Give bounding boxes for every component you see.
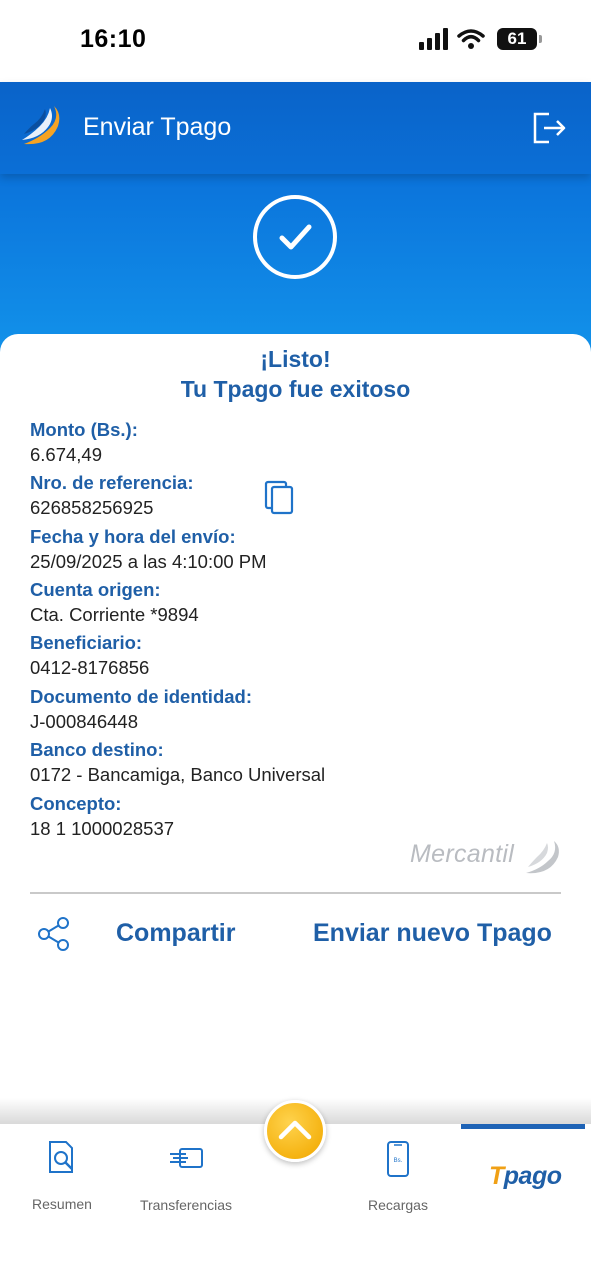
- phone-recharge-icon: Bs.: [387, 1141, 409, 1177]
- chevron-up-icon: [278, 1120, 312, 1140]
- concept-label: Concepto:: [30, 793, 122, 814]
- reference-label: Nro. de referencia:: [30, 472, 194, 493]
- new-tpago-button[interactable]: Enviar nuevo Tpago: [313, 919, 552, 948]
- status-time: 16:10: [80, 25, 147, 53]
- origin-account-value: Cta. Corriente *9894: [30, 604, 199, 625]
- signal-icon: [419, 28, 448, 50]
- nav-item-resumen[interactable]: Resumen: [0, 1124, 124, 1244]
- tpago-logo-rest: pago: [503, 1162, 562, 1190]
- nav-label-transferencias: Transferencias: [139, 1197, 233, 1213]
- datetime-label: Fecha y hora del envío:: [30, 526, 236, 547]
- battery-level: 61: [507, 29, 527, 48]
- mercantil-logo-icon: [22, 106, 60, 145]
- success-subtitle: Tu Tpago fue exitoso: [180, 376, 411, 402]
- amount-label: Monto (Bs.):: [30, 419, 138, 440]
- battery-indicator: 61: [497, 28, 537, 50]
- nav-item-recargas[interactable]: Bs. Recargas: [336, 1124, 460, 1244]
- destination-bank-value: 0172 - Bancamiga, Banco Universal: [30, 764, 326, 785]
- svg-text:Bs.: Bs.: [394, 1158, 403, 1164]
- success-title: ¡Listo!: [260, 346, 331, 372]
- id-document-label: Documento de identidad:: [30, 686, 252, 707]
- receipt-card: ¡Listo! Tu Tpago fue exitoso Monto (Bs.)…: [0, 334, 591, 1114]
- id-document-value: J-000846448: [30, 711, 139, 732]
- origin-account-label: Cuenta origen:: [30, 579, 161, 600]
- nav-item-transferencias[interactable]: Transferencias: [124, 1124, 248, 1244]
- tpago-active-indicator: [461, 1124, 585, 1129]
- nav-item-tpago[interactable]: Tpago: [489, 1162, 562, 1191]
- transfer-icon: [170, 1148, 203, 1168]
- header-title: Enviar Tpago: [83, 113, 232, 141]
- status-bar: 16:10 61: [0, 0, 591, 82]
- amount-value: 6.674,49: [30, 444, 103, 465]
- datetime-value: 25/09/2025 a las 4:10:00 PM: [30, 551, 267, 572]
- divider: [30, 892, 561, 894]
- expand-menu-button[interactable]: [264, 1100, 326, 1162]
- nav-label-resumen: Resumen: [32, 1196, 92, 1212]
- mercantil-brand: Mercantil: [410, 840, 515, 868]
- app-header: Enviar Tpago: [0, 82, 591, 174]
- share-icon[interactable]: [36, 916, 72, 952]
- reference-value: 626858256925: [30, 497, 154, 518]
- copy-icon[interactable]: [264, 480, 296, 516]
- wifi-icon: [457, 29, 485, 49]
- concept-value: 18 1 1000028537: [30, 818, 175, 839]
- mercantil-swoosh-icon: [526, 841, 559, 874]
- success-check-icon: [253, 195, 337, 279]
- share-button[interactable]: Compartir: [116, 919, 235, 948]
- beneficiary-value: 0412-8176856: [30, 657, 150, 678]
- destination-bank-label: Banco destino:: [30, 739, 164, 760]
- battery-tip: [539, 35, 542, 43]
- beneficiary-label: Beneficiario:: [30, 632, 143, 653]
- tpago-logo-t: T: [489, 1162, 504, 1190]
- document-search-icon: [49, 1141, 73, 1173]
- nav-label-recargas: Recargas: [368, 1197, 428, 1213]
- success-hero: [0, 174, 591, 354]
- logout-icon[interactable]: [531, 110, 567, 146]
